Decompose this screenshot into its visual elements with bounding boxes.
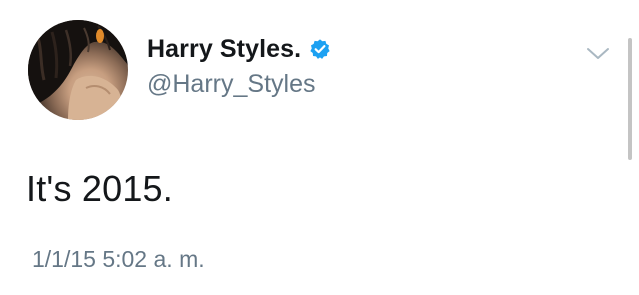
profile-avatar[interactable]: [28, 20, 128, 120]
display-name[interactable]: Harry Styles.: [147, 35, 301, 64]
tweet-timestamp[interactable]: 1/1/15 5:02 a. m.: [32, 246, 205, 273]
tweet-card: Harry Styles. @Harry_Styles It's 2015. 1…: [0, 0, 639, 295]
tweet-text: It's 2015.: [26, 168, 173, 209]
chevron-down-icon[interactable]: [585, 44, 611, 62]
scrollbar[interactable]: [628, 38, 632, 160]
user-handle[interactable]: @Harry_Styles: [147, 70, 315, 99]
verified-badge-icon: [309, 38, 331, 60]
user-name-row: Harry Styles.: [147, 32, 331, 66]
